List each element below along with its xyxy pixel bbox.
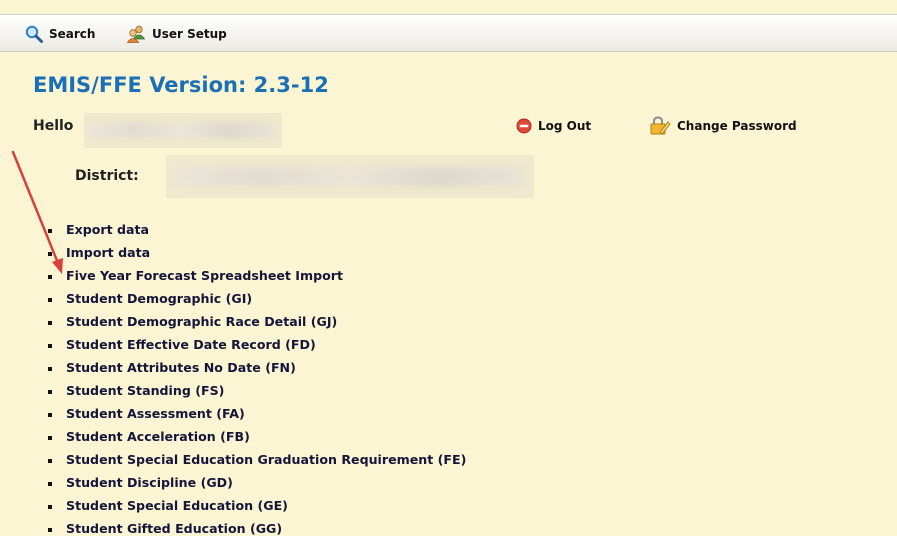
menu-item-label: Student Assessment (FA)	[66, 406, 245, 421]
top-strip	[0, 0, 897, 14]
menu-item-student-demographic[interactable]: Student Demographic (GI)	[48, 290, 466, 313]
users-icon	[126, 25, 146, 43]
menu-item-student-effective-date[interactable]: Student Effective Date Record (FD)	[48, 336, 466, 359]
toolbar: Search User Setup	[0, 14, 897, 52]
redacted-username	[84, 113, 282, 148]
menu-item-student-gifted-education[interactable]: Student Gifted Education (GG)	[48, 520, 466, 536]
bullet-icon	[48, 344, 52, 348]
change-password-button[interactable]: Change Password	[649, 116, 797, 136]
bullet-icon	[48, 390, 52, 394]
menu-item-import-data[interactable]: Import data	[48, 244, 466, 267]
menu-list: Export data Import data Five Year Foreca…	[48, 221, 466, 536]
bullet-icon	[48, 252, 52, 256]
bullet-icon	[48, 367, 52, 371]
bullet-icon	[48, 482, 52, 486]
menu-item-label: Student Standing (FS)	[66, 383, 225, 398]
menu-item-student-discipline[interactable]: Student Discipline (GD)	[48, 474, 466, 497]
menu-item-student-special-education[interactable]: Student Special Education (GE)	[48, 497, 466, 520]
search-label: Search	[49, 27, 96, 41]
menu-item-label: Student Demographic (GI)	[66, 291, 253, 306]
menu-item-label: Student Gifted Education (GG)	[66, 521, 283, 536]
menu-item-student-sped-graduation[interactable]: Student Special Education Graduation Req…	[48, 451, 466, 474]
menu-item-student-assessment[interactable]: Student Assessment (FA)	[48, 405, 466, 428]
bullet-icon	[48, 229, 52, 233]
district-select[interactable]	[166, 155, 534, 198]
menu-item-student-attributes[interactable]: Student Attributes No Date (FN)	[48, 359, 466, 382]
menu-item-five-year-forecast-import[interactable]: Five Year Forecast Spreadsheet Import	[48, 267, 466, 290]
bullet-icon	[48, 436, 52, 440]
menu-item-student-standing[interactable]: Student Standing (FS)	[48, 382, 466, 405]
bullet-icon	[48, 528, 52, 532]
menu-item-label: Student Attributes No Date (FN)	[66, 360, 296, 375]
menu-item-label: Export data	[66, 222, 150, 237]
change-password-label: Change Password	[677, 119, 797, 133]
bullet-icon	[48, 298, 52, 302]
logout-label: Log Out	[538, 119, 592, 133]
page: Search User Setup EMIS/FFE Version: 2.3-…	[0, 0, 897, 536]
menu-item-student-demographic-race[interactable]: Student Demographic Race Detail (GJ)	[48, 313, 466, 336]
password-icon	[650, 116, 671, 135]
menu-item-label: Student Special Education (GE)	[66, 498, 288, 513]
bullet-icon	[48, 321, 52, 325]
hello-label: Hello	[33, 118, 74, 134]
logout-button[interactable]: Log Out	[516, 118, 591, 134]
menu-item-export-data[interactable]: Export data	[48, 221, 466, 244]
bullet-icon	[48, 505, 52, 509]
menu-item-label: Student Effective Date Record (FD)	[66, 337, 316, 352]
bullet-icon	[48, 413, 52, 417]
search-button[interactable]: Search	[25, 25, 95, 43]
menu-item-student-acceleration[interactable]: Student Acceleration (FB)	[48, 428, 466, 451]
page-title: EMIS/FFE Version: 2.3-12	[33, 73, 329, 97]
menu-item-label: Five Year Forecast Spreadsheet Import	[66, 268, 344, 283]
menu-item-label: Student Discipline (GD)	[66, 475, 233, 490]
user-setup-label: User Setup	[152, 27, 227, 41]
menu-item-label: Student Acceleration (FB)	[66, 429, 250, 444]
menu-item-label: Import data	[66, 245, 151, 260]
bullet-icon	[48, 459, 52, 463]
user-setup-button[interactable]: User Setup	[126, 25, 227, 43]
district-label: District:	[75, 168, 139, 184]
logout-icon	[516, 118, 532, 134]
bullet-icon	[48, 275, 52, 279]
menu-item-label: Student Special Education Graduation Req…	[66, 452, 467, 467]
menu-item-label: Student Demographic Race Detail (GJ)	[66, 314, 338, 329]
search-icon	[25, 25, 43, 43]
